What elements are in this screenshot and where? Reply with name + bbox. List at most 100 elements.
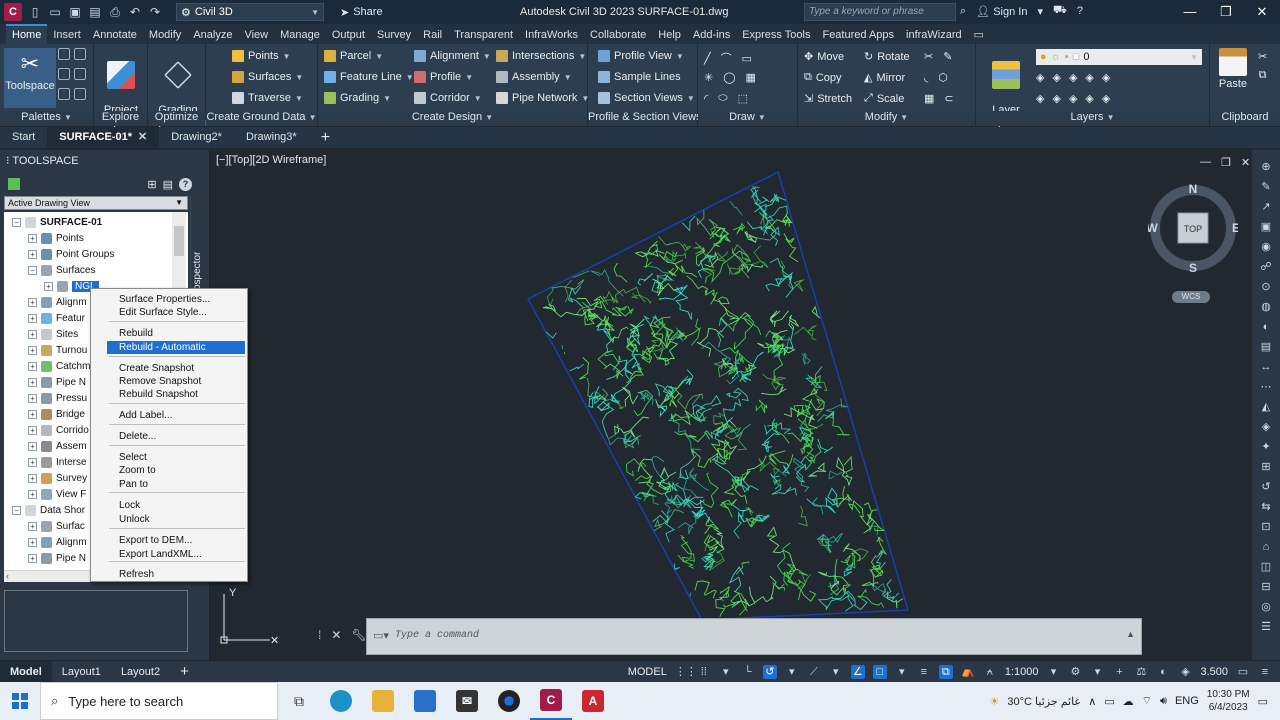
clean-screen-icon[interactable]: ▭ [1236, 665, 1250, 679]
tree-node[interactable]: + Pipe N [28, 550, 86, 566]
undo-icon[interactable]: ↶ [128, 5, 142, 19]
ribbon-tab-collaborate[interactable]: Collaborate [584, 26, 652, 44]
draw-label[interactable]: Draw ▼ [698, 111, 797, 126]
store-app[interactable] [404, 682, 446, 720]
expand-icon[interactable]: + [28, 329, 37, 339]
fillet-icon[interactable]: ◟ [924, 71, 928, 84]
isodraft-icon[interactable]: ⟋ [807, 665, 821, 679]
drawing-viewport[interactable]: [−][Top][2D Wireframe] — ❐ ✕ TOP N S E W… [212, 150, 1252, 662]
edge-app[interactable] [320, 682, 362, 720]
command-history-icon[interactable]: ▲ [1126, 629, 1135, 639]
tree-node[interactable]: + Pressu [28, 390, 87, 406]
object-snap-icon[interactable]: □ [872, 665, 887, 679]
menu-item-add-label[interactable]: Add Label... [107, 409, 245, 422]
workspace-gear-icon[interactable]: ⚙ [1068, 665, 1082, 679]
menu-item-remove-snapshot[interactable]: Remove Snapshot [107, 375, 245, 388]
ribbon-tab-analyze[interactable]: Analyze [187, 26, 238, 44]
copy-clip-icon[interactable]: ⧉ [1259, 69, 1267, 82]
new-icon[interactable]: ▯ [28, 5, 42, 19]
rotate-button[interactable]: ↻ Rotate [864, 50, 910, 64]
offset-icon[interactable]: ⊂ [944, 92, 953, 105]
ribbon-tab-transparent[interactable]: Transparent [448, 26, 519, 44]
tool-strip-icon[interactable]: ◈ [1259, 420, 1273, 434]
tool-strip-icon[interactable]: ⊞ [1259, 460, 1273, 474]
intersections-button[interactable]: Intersections ▼ [496, 50, 586, 62]
menu-item-refresh[interactable]: Refresh [107, 568, 245, 581]
open-icon[interactable]: ▭ [48, 5, 62, 19]
minimize-button[interactable]: — [1172, 0, 1208, 24]
expand-icon[interactable]: + [28, 393, 37, 403]
palettes-label[interactable]: Palettes ▼ [0, 111, 93, 126]
ribbon-tab-rail[interactable]: Rail [417, 26, 448, 44]
tool-strip-icon[interactable]: ⋯ [1259, 380, 1273, 394]
feature-line-button[interactable]: Feature Line ▼ [324, 71, 414, 83]
menu-item-create-snapshot[interactable]: Create Snapshot [107, 362, 245, 375]
create-design-label[interactable]: Create Design ▼ [318, 111, 587, 126]
layer-unlock-icon[interactable]: ◈ [1085, 92, 1093, 105]
layer-match-icon[interactable]: ◈ [1102, 71, 1110, 84]
task-view-button[interactable]: ⧉ [278, 682, 320, 720]
app-menu-button[interactable]: C [4, 3, 22, 21]
maximize-button[interactable]: ❐ [1208, 0, 1244, 24]
tree-node[interactable]: + Pipe N [28, 374, 86, 390]
surfaces-button[interactable]: Surfaces ▼ [232, 71, 303, 83]
erase-icon[interactable]: ✎ [943, 50, 952, 63]
expand-icon[interactable]: + [28, 521, 37, 531]
tree-node[interactable]: + Featur [28, 310, 85, 326]
tool-strip-icon[interactable]: ⊡ [1259, 520, 1273, 534]
command-line[interactable]: ▭▾ Type a command ▲ [366, 618, 1142, 655]
tool-strip-icon[interactable]: ↺ [1259, 480, 1273, 494]
expand-icon[interactable]: + [44, 281, 53, 291]
layer-lock-icon[interactable]: ◈ [1085, 71, 1093, 84]
expand-icon[interactable]: + [28, 313, 37, 323]
tool-strip-icon[interactable]: ◐ [1259, 320, 1273, 334]
new-tab-button[interactable]: + [309, 127, 342, 148]
grip-icon[interactable]: ⁝ [6, 155, 10, 167]
ribbon-tab-add-ins[interactable]: Add-ins [687, 26, 736, 44]
help-icon[interactable]: ? [179, 177, 192, 191]
menu-item-rebuild-automatic[interactable]: Rebuild - Automatic [107, 341, 245, 354]
wcs-menu[interactable]: WCS [1172, 291, 1210, 303]
move-button[interactable]: ✥ Move [804, 50, 844, 64]
language-indicator[interactable]: ENG [1175, 695, 1199, 707]
snap-icon[interactable]: ⁞⁞ [697, 665, 711, 679]
point-icon[interactable]: ✳ [704, 71, 713, 84]
notification-icon[interactable]: ▭ [1258, 695, 1268, 708]
layout-tab-layout2[interactable]: Layout2 [111, 661, 170, 683]
tool-strip-icon[interactable]: ▤ [1259, 340, 1273, 354]
assembly-button[interactable]: Assembly ▼ [496, 71, 572, 83]
expand-icon[interactable]: + [28, 233, 37, 243]
tree-node[interactable]: + Points [28, 230, 84, 246]
share-button[interactable]: ➤ Share [340, 6, 383, 19]
clock[interactable]: 10:30 PM 6/4/2023 [1207, 688, 1250, 714]
tree-node[interactable]: + Turnou [28, 342, 87, 358]
scale-button[interactable]: ⤢ Scale [864, 92, 904, 105]
tool-strip-icon[interactable]: ◎ [1259, 600, 1273, 614]
chevron-down-icon[interactable]: ▾ [785, 665, 799, 679]
chrome-app[interactable] [488, 682, 530, 720]
ribbon-tab-help[interactable]: Help [652, 26, 687, 44]
collapse-icon[interactable]: − [12, 217, 21, 227]
tree-node[interactable]: + Assem [28, 438, 87, 454]
menu-item-delete[interactable]: Delete... [107, 430, 245, 443]
layer-previous-icon[interactable]: ◈ [1102, 92, 1110, 105]
ribbon-tab-insert[interactable]: Insert [47, 26, 87, 44]
tree-node[interactable]: + Corrido [28, 422, 89, 438]
expand-icon[interactable]: + [28, 409, 37, 419]
selection-cycling-icon[interactable]: ⧉ [938, 665, 953, 679]
alignment-button[interactable]: Alignment ▼ [414, 50, 491, 62]
doc-tab-surface-01[interactable]: SURFACE-01* ✕ [47, 127, 160, 148]
tree-node[interactable]: + Alignm [28, 294, 87, 310]
tool-strip-icon[interactable]: ↔ [1259, 360, 1273, 374]
layout-tab-model[interactable]: Model [0, 660, 52, 683]
polar-tracking-icon[interactable]: ↺ [762, 665, 777, 679]
chevron-down-icon[interactable]: ▾ [895, 665, 909, 679]
traverse-button[interactable]: Traverse ▼ [232, 92, 303, 104]
keyword-search-input[interactable]: Type a keyword or phrase [804, 3, 956, 21]
modify-label[interactable]: Modify ▼ [798, 111, 975, 126]
copy-button[interactable]: ⧉ Copy [804, 71, 842, 84]
sign-in-button[interactable]: 👤︎ Sign In [976, 5, 1027, 18]
mail-app[interactable]: ✉ [446, 682, 488, 720]
redo-icon[interactable]: ↷ [148, 5, 162, 19]
tree-node[interactable]: + Surfac [28, 518, 85, 534]
